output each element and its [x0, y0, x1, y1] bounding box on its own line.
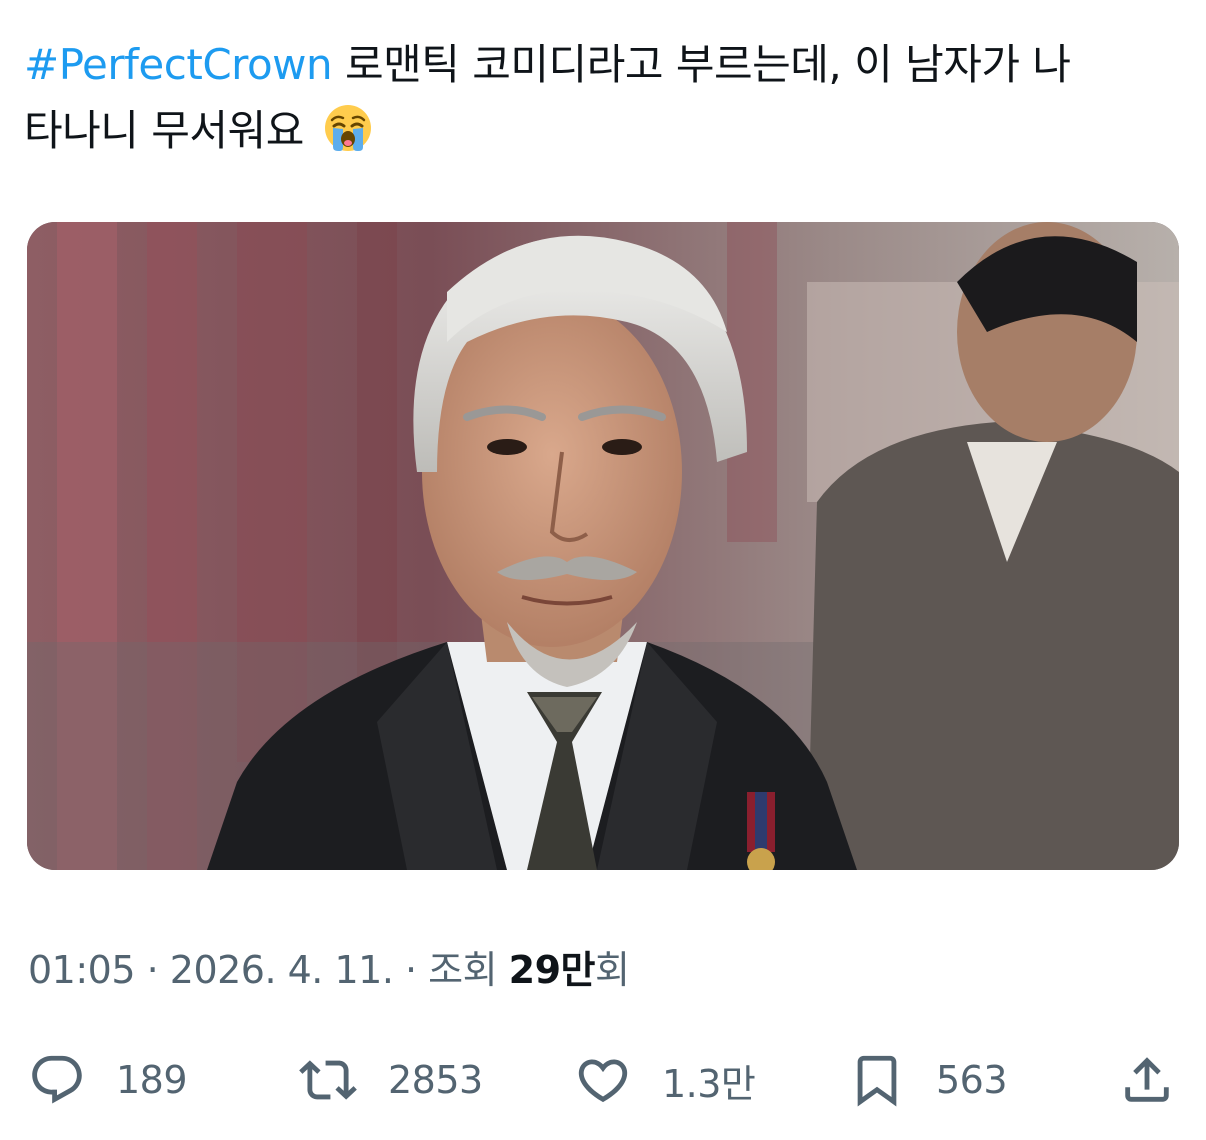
reply-button[interactable]: 189: [28, 1040, 188, 1120]
bookmark-button[interactable]: 563: [848, 1040, 1008, 1120]
tweet-date[interactable]: 2026. 4. 11.: [170, 948, 394, 992]
bookmark-icon: [848, 1051, 906, 1109]
like-count: 1.3만: [662, 1061, 756, 1106]
bookmark-count: 563: [936, 1058, 1008, 1102]
heart-icon: [574, 1051, 632, 1109]
share-icon: [1118, 1051, 1176, 1109]
meta-separator: ·: [135, 948, 170, 992]
tweet-image[interactable]: [27, 222, 1179, 870]
tweet-text: #PerfectCrown 로맨틱 코미디라고 부르는데, 이 남자가 나 타나…: [24, 32, 1164, 164]
repost-button[interactable]: 2853: [298, 1040, 483, 1120]
views-suffix: 회: [595, 948, 630, 992]
reply-count: 189: [116, 1058, 188, 1102]
like-button[interactable]: 1.3만: [574, 1040, 756, 1120]
tweet-time[interactable]: 01:05: [28, 948, 136, 992]
tweet-meta: 01:05 · 2026. 4. 11. · 조회 29만회: [28, 944, 630, 996]
repost-icon: [298, 1051, 358, 1109]
views-count: 29만: [508, 948, 596, 992]
repost-count: 2853: [388, 1058, 483, 1102]
tweet-text-line1: 로맨틱 코미디라고 부르는데, 이 남자가 나: [332, 40, 1071, 89]
reply-icon: [28, 1051, 86, 1109]
views-label: 조회: [428, 948, 509, 992]
loudly-crying-face-icon: [323, 103, 373, 153]
tweet-text-line2: 타나니 무서워요: [24, 106, 304, 155]
meta-separator: ·: [393, 948, 429, 992]
photo-older-man-in-suit: [27, 222, 1179, 870]
action-bar: 189 2853 1.3만 563: [0, 1040, 1206, 1120]
hashtag-link[interactable]: #PerfectCrown: [24, 40, 333, 89]
share-button[interactable]: [1118, 1040, 1176, 1120]
